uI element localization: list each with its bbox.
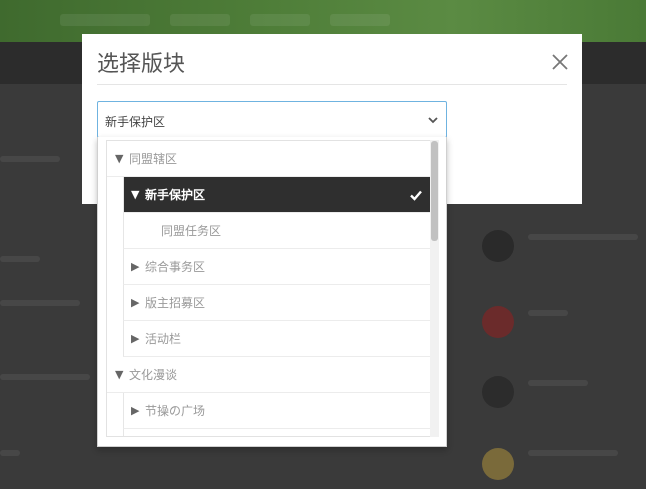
triangle-right-icon: ▶ (131, 404, 140, 417)
background-blur (528, 310, 568, 316)
tree-item[interactable]: ▶ 版主招募区 (123, 285, 431, 321)
select-value: 新手保护区 (105, 115, 166, 129)
tree-item-selected[interactable]: ▼ 新手保护区 (123, 177, 431, 213)
modal-divider (97, 84, 567, 85)
board-select[interactable]: 新手保护区 (97, 101, 447, 138)
tree-item[interactable]: ▶ 节操の广场 (123, 393, 431, 429)
tree-item[interactable]: ▶ 综合事务区 (123, 249, 431, 285)
tree-item-label: 同盟辖区 (129, 152, 178, 166)
background-blur (528, 380, 588, 386)
tree-item-label: 活动栏 (145, 332, 182, 346)
background-blur (0, 156, 60, 162)
background-blur (0, 450, 20, 456)
triangle-right-icon: ▶ (131, 332, 140, 345)
tree-item[interactable]: ▼ 同盟辖区 (107, 141, 437, 177)
triangle-right-icon: ▶ (131, 260, 140, 273)
modal-title: 选择版块 (97, 52, 186, 77)
close-icon[interactable] (548, 50, 572, 74)
avatar (482, 376, 514, 408)
board-dropdown: ▼ 同盟辖区 ▼ 新手保护区 同盟任务区 ▶ 综合事务区 ▶ 版主招募区 ▶ 活… (97, 137, 447, 447)
avatar (482, 230, 514, 262)
background-blur (528, 450, 618, 456)
background-blur (250, 14, 310, 26)
triangle-down-icon: ▼ (115, 152, 124, 165)
background-blur (0, 300, 80, 306)
scrollbar-thumb[interactable] (431, 141, 438, 241)
board-tree: ▼ 同盟辖区 ▼ 新手保护区 同盟任务区 ▶ 综合事务区 ▶ 版主招募区 ▶ 活… (106, 140, 438, 437)
chevron-down-icon (426, 112, 440, 126)
tree-item-label: 节操の广场 (145, 404, 206, 418)
background-blur (170, 14, 230, 26)
background-blur (60, 14, 150, 26)
tree-item[interactable]: ▶ 活动栏 (123, 321, 431, 357)
background-blur (0, 256, 40, 262)
background-blur (528, 234, 638, 240)
tree-item[interactable]: 同盟任务区 (123, 213, 431, 249)
tree-item-label: 综合事务区 (145, 260, 206, 274)
tree-item-label: 版主招募区 (145, 296, 206, 310)
tree-item[interactable] (123, 429, 431, 436)
tree-item-label: 新手保护区 (145, 188, 206, 202)
tree-item-label: 文化漫谈 (129, 368, 178, 382)
triangle-down-icon: ▼ (131, 188, 140, 201)
background-blur (0, 374, 90, 380)
avatar (482, 448, 514, 480)
triangle-down-icon: ▼ (115, 368, 124, 381)
check-icon (409, 188, 423, 202)
tree-item-label: 同盟任务区 (161, 224, 222, 238)
avatar (482, 306, 514, 338)
background-blur (330, 14, 390, 26)
triangle-right-icon: ▶ (131, 296, 140, 309)
tree-item[interactable]: ▼ 文化漫谈 (107, 357, 437, 393)
